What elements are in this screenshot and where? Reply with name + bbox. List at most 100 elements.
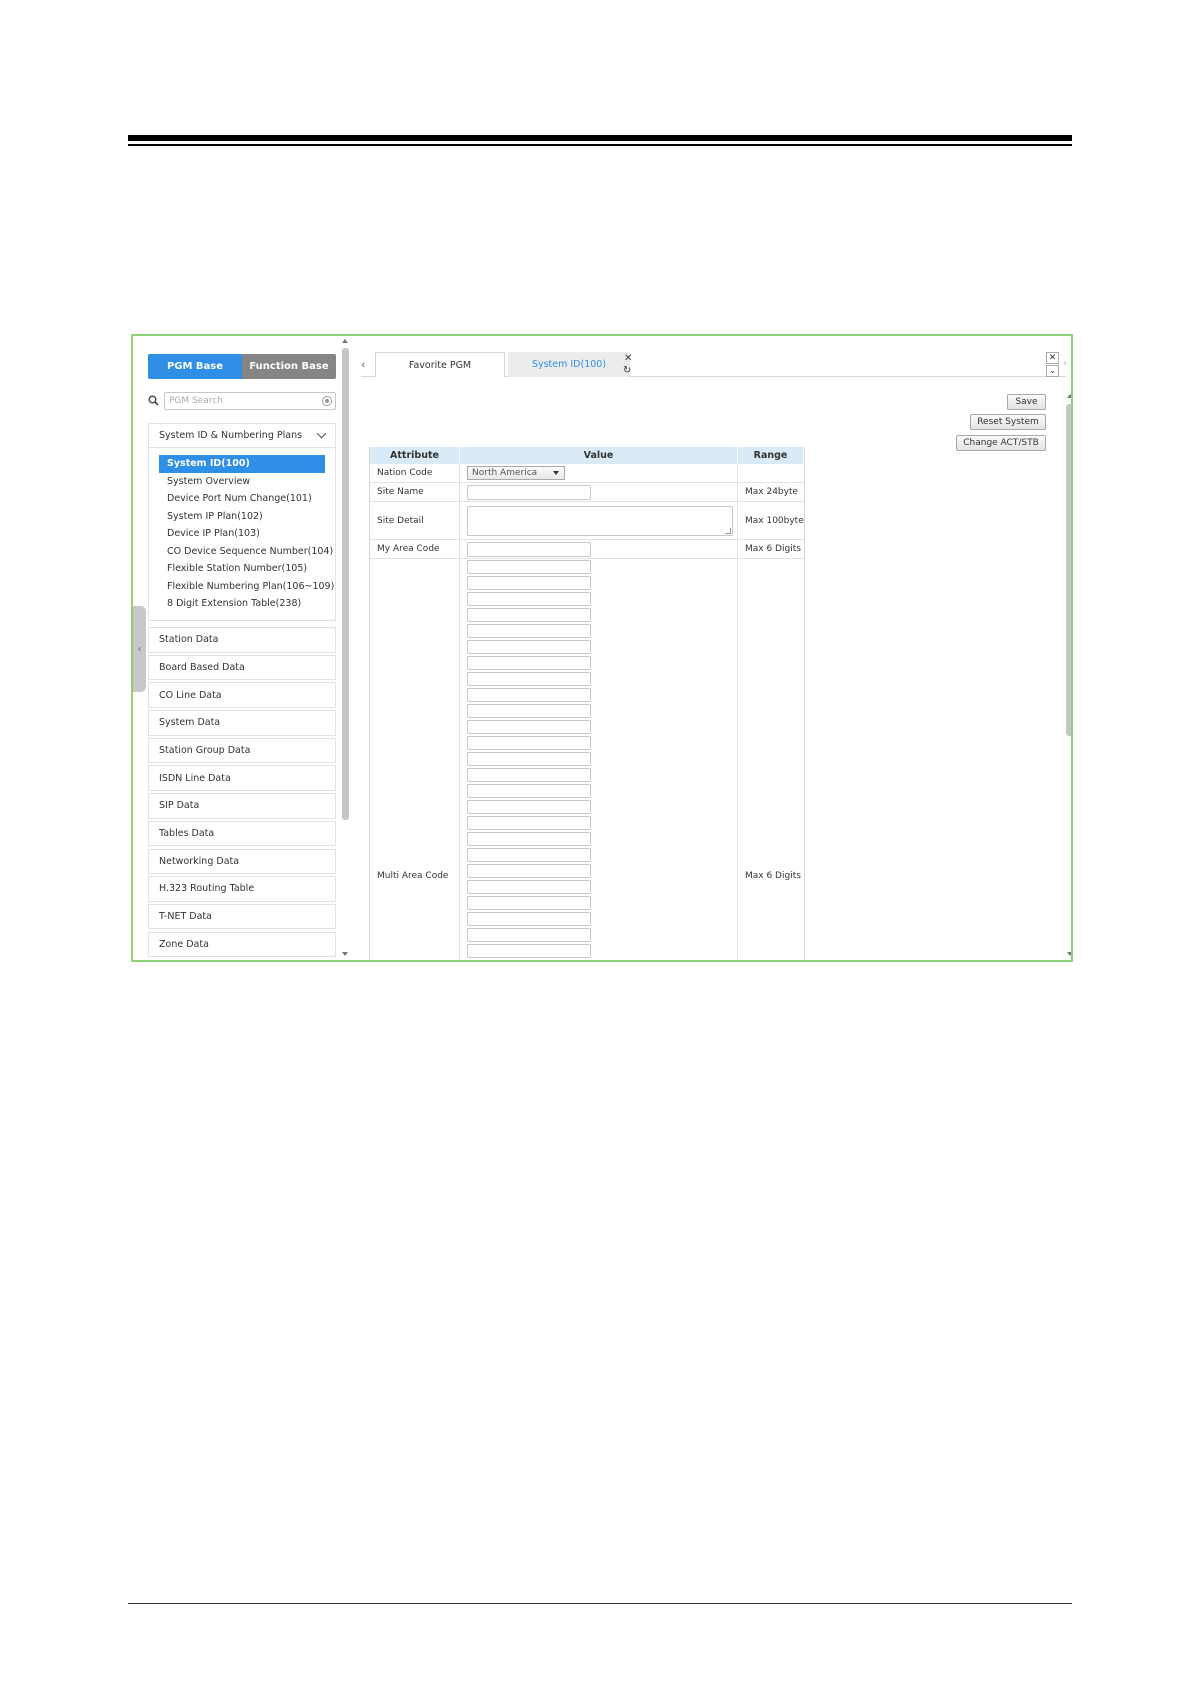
- sidebar-group-station-group-data[interactable]: Station Group Data: [148, 737, 336, 764]
- tab-favorite-pgm[interactable]: Favorite PGM: [375, 352, 505, 377]
- multi-area-code-input[interactable]: [467, 848, 591, 862]
- table-header: Attribute Value Range: [370, 447, 804, 464]
- chevron-down-icon: [316, 428, 327, 439]
- multi-area-code-input[interactable]: [467, 768, 591, 782]
- main-content: ‹ Favorite PGM System ID(100) ✕ ↻ ✕ ⌄ › …: [351, 336, 1071, 962]
- sidebar-group-board-based-data[interactable]: Board Based Data: [148, 654, 336, 681]
- scroll-up-arrow-icon[interactable]: [342, 339, 348, 343]
- multi-area-code-input[interactable]: [467, 608, 591, 622]
- multi-area-code-input[interactable]: [467, 752, 591, 766]
- multi-area-code-input[interactable]: [467, 576, 591, 590]
- sidebar-item-device-port-num-change[interactable]: Device Port Num Change(101): [159, 490, 325, 508]
- tab-function-base[interactable]: Function Base: [242, 354, 336, 379]
- sidebar-item-system-id[interactable]: System ID(100): [159, 455, 325, 473]
- chevron-left-icon: ‹: [137, 643, 142, 655]
- range-label: Max 6 Digits: [745, 871, 801, 881]
- multi-area-code-input[interactable]: [467, 896, 591, 910]
- sidebar: PGM Base Function Base System ID & Numbe…: [133, 336, 351, 960]
- range-cell: Max 6 Digits: [738, 559, 804, 960]
- close-all-tabs-icon[interactable]: ✕: [1046, 352, 1059, 364]
- sidebar-group-system-id: System ID & Numbering Plans System ID(10…: [148, 423, 336, 621]
- sidebar-group-list: Station Data Board Based Data CO Line Da…: [148, 627, 336, 959]
- multi-area-code-input[interactable]: [467, 672, 591, 686]
- sidebar-group-station-data[interactable]: Station Data: [148, 627, 336, 653]
- sidebar-group-co-line-data[interactable]: CO Line Data: [148, 682, 336, 708]
- range-cell: Max 6 Digits: [745, 544, 801, 554]
- sidebar-group-isdn-line-data[interactable]: ISDN Line Data: [148, 765, 336, 791]
- my-area-code-input[interactable]: [467, 541, 591, 557]
- tab-system-id[interactable]: System ID(100): [508, 352, 630, 377]
- multi-area-code-input[interactable]: [467, 704, 591, 718]
- sidebar-item-flexible-station-number[interactable]: Flexible Station Number(105): [159, 560, 325, 578]
- tab-pgm-base[interactable]: PGM Base: [148, 354, 242, 379]
- multi-area-code-input[interactable]: [467, 656, 591, 670]
- multi-area-code-input[interactable]: [467, 832, 591, 846]
- nation-code-select[interactable]: North America: [467, 466, 565, 480]
- chevron-down-icon[interactable]: ⌄: [1046, 365, 1059, 377]
- save-button[interactable]: Save: [1007, 394, 1046, 410]
- table-row-site-detail: Site Detail Max 100byte: [370, 502, 804, 540]
- page-footer-rule: [128, 1603, 1072, 1604]
- multi-area-code-input[interactable]: [467, 784, 591, 798]
- multi-area-code-input[interactable]: [467, 688, 591, 702]
- sidebar-item-co-device-sequence-number[interactable]: CO Device Sequence Number(104): [159, 543, 333, 561]
- refresh-icon[interactable]: ↻: [623, 365, 631, 376]
- scroll-down-arrow-icon[interactable]: [1067, 952, 1071, 956]
- sidebar-item-system-overview[interactable]: System Overview: [159, 473, 325, 491]
- sidebar-item-system-ip-plan[interactable]: System IP Plan(102): [159, 508, 325, 526]
- scroll-up-arrow-icon[interactable]: [1067, 394, 1071, 398]
- multi-area-code-input[interactable]: [467, 736, 591, 750]
- scroll-down-arrow-icon[interactable]: [342, 952, 348, 956]
- attribute-label: Nation Code: [370, 464, 460, 482]
- multi-area-code-input[interactable]: [467, 864, 591, 878]
- multi-area-code-input[interactable]: [467, 816, 591, 830]
- resize-grip-icon[interactable]: [725, 527, 731, 534]
- value-cell: [460, 559, 738, 962]
- sidebar-item-device-ip-plan[interactable]: Device IP Plan(103): [159, 525, 325, 543]
- chevron-right-icon[interactable]: ›: [1063, 358, 1067, 369]
- site-detail-textarea[interactable]: [467, 505, 733, 536]
- multi-area-code-input[interactable]: [467, 640, 591, 654]
- search-icon: [148, 395, 159, 406]
- value-cell: [460, 502, 738, 539]
- chevron-left-icon[interactable]: ‹: [361, 358, 365, 371]
- sidebar-item-flexible-numbering-plan[interactable]: Flexible Numbering Plan(106~109): [159, 578, 334, 596]
- multi-area-code-input[interactable]: [467, 720, 591, 734]
- program-tab-bar: ‹ Favorite PGM System ID(100) ✕ ↻ ✕ ⌄ ›: [361, 352, 1067, 377]
- multi-area-code-input[interactable]: [467, 624, 591, 638]
- main-scroll-thumb[interactable]: [1066, 404, 1071, 736]
- value-cell: North America: [460, 464, 738, 482]
- value-cell: [460, 483, 738, 501]
- sidebar-collapse-handle[interactable]: ‹: [133, 606, 146, 692]
- multi-area-code-input[interactable]: [467, 944, 591, 958]
- mode-tabs: PGM Base Function Base: [148, 354, 336, 379]
- multi-area-code-input[interactable]: [467, 928, 591, 942]
- multi-area-code-input[interactable]: [467, 880, 591, 894]
- multi-area-code-input[interactable]: [467, 592, 591, 606]
- sidebar-scroll-thumb[interactable]: [342, 348, 349, 820]
- sidebar-group-sip-data[interactable]: SIP Data: [148, 793, 336, 819]
- multi-area-code-input[interactable]: [467, 960, 591, 962]
- sidebar-group-zone-data[interactable]: Zone Data: [148, 931, 336, 958]
- multi-area-code-input[interactable]: [467, 560, 591, 574]
- attribute-cell: Multi Area Code: [370, 559, 460, 960]
- sidebar-group-system-data[interactable]: System Data: [148, 710, 336, 736]
- site-name-input[interactable]: [467, 484, 591, 500]
- multi-area-code-input[interactable]: [467, 912, 591, 926]
- column-header-range: Range: [738, 447, 804, 464]
- pgm-search-input[interactable]: [164, 392, 336, 410]
- sidebar-group-header[interactable]: System ID & Numbering Plans: [149, 424, 335, 448]
- sidebar-group-tables-data[interactable]: Tables Data: [148, 820, 336, 847]
- multi-area-code-input[interactable]: [467, 800, 591, 814]
- sidebar-group-t-net-data[interactable]: T-NET Data: [148, 903, 336, 930]
- reset-system-button[interactable]: Reset System: [970, 414, 1046, 430]
- change-act-stb-button[interactable]: Change ACT/STB: [956, 435, 1046, 451]
- app-screenshot-frame: PGM Base Function Base System ID & Numbe…: [131, 334, 1073, 962]
- page-header-rule-thin: [128, 144, 1072, 146]
- sidebar-group-networking-data[interactable]: Networking Data: [148, 848, 336, 874]
- sidebar-group-h323-routing-table[interactable]: H.323 Routing Table: [148, 876, 336, 902]
- sidebar-group-label: System ID & Numbering Plans: [159, 430, 303, 441]
- search-clear-icon[interactable]: [322, 396, 332, 406]
- sidebar-item-8-digit-extension-table[interactable]: 8 Digit Extension Table(238): [159, 595, 325, 613]
- close-icon[interactable]: ✕: [624, 353, 632, 364]
